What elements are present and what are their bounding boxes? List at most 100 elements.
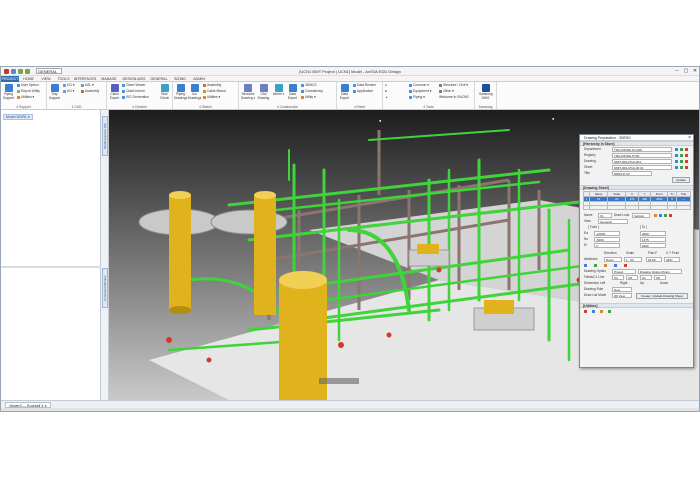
xy-point-field[interactable]: 3457	[664, 257, 680, 262]
export-icon[interactable]	[608, 310, 611, 313]
pen-icon[interactable]	[584, 310, 587, 313]
piping-drawings-button[interactable]: Piping Drawings	[174, 84, 187, 100]
dim-down-option[interactable]: Down	[660, 281, 668, 286]
tools-red-icon[interactable]: ●	[385, 83, 387, 88]
clash-export-button[interactable]: Clash Export	[108, 84, 121, 100]
scale-select[interactable]: 1 : 50	[624, 257, 642, 262]
structure-civil-dropdown[interactable]: Structure / Civil ▾	[439, 83, 468, 88]
folder-icon[interactable]	[600, 310, 603, 313]
delete-icon[interactable]	[685, 160, 688, 163]
rule-check-button[interactable]: Rule Check	[158, 84, 171, 100]
layer-icon[interactable]	[604, 264, 607, 267]
civil-drawing-button[interactable]: Civil Drawing	[257, 84, 270, 100]
tool-icon[interactable]	[669, 214, 672, 217]
pick-icon[interactable]	[675, 148, 678, 151]
print-icon[interactable]	[592, 310, 595, 313]
close-button[interactable]: ✕	[691, 68, 699, 74]
tools-blue-icon[interactable]: ■	[385, 89, 387, 94]
asl-dropdown[interactable]: ASL ▾	[81, 83, 94, 88]
field-toggle[interactable]: Off	[654, 275, 666, 280]
consistency-button[interactable]: Consistency	[301, 89, 323, 94]
add-icon[interactable]	[680, 154, 683, 157]
structure-drawing-button[interactable]: Structure Drawing ▾	[240, 84, 256, 100]
tool-icon[interactable]	[659, 214, 662, 217]
delete-icon[interactable]	[685, 154, 688, 157]
sketch-assembly-button[interactable]: Assembly	[203, 83, 221, 88]
application-button[interactable]: Application	[353, 89, 373, 94]
dim-up-option[interactable]: Up	[640, 281, 644, 286]
report-utility-button[interactable]: Report Utility	[17, 89, 40, 94]
direction-select[interactable]: Down	[604, 257, 622, 262]
maximize-button[interactable]: ▢	[682, 68, 690, 74]
department-field[interactable]: TRU-PIPING PLANS	[612, 147, 672, 152]
registry-field[interactable]: TRU-PIPING PT02	[612, 153, 672, 158]
nav-bar[interactable]	[319, 378, 359, 384]
data-review-button[interactable]: Data Review	[353, 83, 376, 88]
add-icon[interactable]	[680, 160, 683, 163]
equipment-dropdown[interactable]: Equipment ▾	[409, 89, 431, 94]
field-toggle[interactable]: On	[640, 275, 652, 280]
tool-icon[interactable]	[654, 214, 657, 217]
add-icon[interactable]	[680, 148, 683, 151]
sheet-field[interactable]: SMIT-3D1-PGU-00 01	[612, 165, 672, 170]
ug-dropdown[interactable]: UG ▾	[63, 83, 75, 88]
welcome-link[interactable]: Welcome to SACNS	[439, 95, 469, 100]
minimize-button[interactable]: –	[673, 68, 681, 74]
title-field[interactable]: DRES P-03	[612, 171, 652, 176]
drawing-option-select-2[interactable]: Drawing Option Piping	[638, 269, 682, 274]
sheet-data-export-button[interactable]: Data Export	[338, 84, 351, 100]
add-icon[interactable]	[680, 166, 683, 169]
delete-icon[interactable]	[685, 148, 688, 151]
to-field[interactable]: 9400	[640, 243, 666, 248]
side-tab-model-explorer[interactable]: Model Explorer (M)	[102, 116, 108, 156]
draw-look-select[interactable]: Vertical	[632, 213, 650, 218]
construction-data-export-button[interactable]: Data Export	[286, 84, 299, 100]
from-field[interactable]: -10000	[594, 231, 620, 236]
plan-f-field[interactable]: 29.56	[646, 257, 662, 262]
pick-icon[interactable]	[675, 166, 678, 169]
check-icon[interactable]	[594, 264, 597, 267]
clash-inform-button[interactable]: Clash Inform	[122, 89, 145, 94]
pick-icon[interactable]	[675, 154, 678, 157]
samsung-dwg-button[interactable]: Samsung DWG	[479, 84, 492, 100]
utilities-dropdown[interactable]: Utilities ▾	[17, 95, 34, 100]
from-field[interactable]: -5000	[594, 237, 620, 242]
to-field[interactable]: 1375	[640, 237, 666, 242]
pane-splitter[interactable]	[1, 266, 101, 268]
dim-right-option[interactable]: Right	[620, 281, 627, 286]
field-toggle[interactable]: Off	[626, 275, 638, 280]
view-select[interactable]: Isometric	[598, 219, 628, 224]
tools-green-icon[interactable]: ▲	[385, 95, 388, 100]
iso-generation-button[interactable]: ISO Generation	[122, 95, 149, 100]
play-icon[interactable]	[584, 264, 587, 267]
sketch-utilities-dropdown[interactable]: Utilities ▾	[203, 95, 220, 100]
tray-support-button[interactable]: Tray Support	[48, 84, 61, 100]
inform-button[interactable]: Inform ▾	[272, 84, 285, 97]
drawing-rule-select[interactable]: New	[612, 287, 632, 292]
piping-support-button[interactable]: Piping Support	[2, 84, 15, 100]
field-toggle[interactable]: On	[612, 275, 624, 280]
update-button[interactable]: Update	[672, 177, 690, 183]
grid-icon[interactable]	[614, 264, 617, 267]
dialog-close-icon[interactable]: ×	[688, 135, 691, 141]
tool-icon[interactable]	[664, 214, 667, 217]
side-tab-command-window[interactable]: Command Window	[102, 268, 108, 308]
common-dropdown[interactable]: Common ▾	[409, 83, 429, 88]
clash-viewer-button[interactable]: Clash Viewer	[122, 83, 145, 88]
assembly-button[interactable]: Assembly	[81, 89, 99, 94]
name-field[interactable]: V1	[598, 213, 612, 218]
pick-icon[interactable]	[675, 160, 678, 163]
cable-manut-button[interactable]: Cable Manut	[203, 89, 226, 94]
3dmcs-button[interactable]: 3DMCS	[301, 83, 317, 88]
drawing-option-select[interactable]: Project	[612, 269, 636, 274]
piping-dropdown[interactable]: Piping ▾	[409, 95, 425, 100]
from-field[interactable]: 0	[594, 243, 620, 248]
other-dropdown[interactable]: Other ▾	[439, 89, 454, 94]
create-update-sheet-button[interactable]: Create / Update Drawing Sheet	[636, 293, 688, 299]
ag-dropdown[interactable]: AG ▾	[63, 89, 74, 94]
draw-list-select[interactable]: 3D View	[612, 293, 632, 298]
model-tree-root[interactable]: Model WORL ▾	[3, 114, 33, 120]
delete-icon[interactable]	[624, 264, 627, 267]
user-option-button[interactable]: User Option	[17, 83, 39, 88]
drawing-field[interactable]: SMIT-3D1-PGU-001	[612, 159, 672, 164]
